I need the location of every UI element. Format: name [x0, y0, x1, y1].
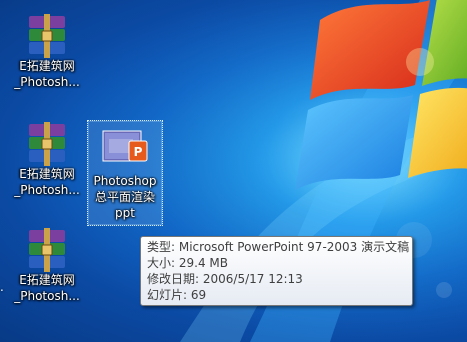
tooltip-type: 类型: Microsoft PowerPoint 97-2003 演示文稿 — [147, 240, 410, 254]
tooltip-slides: 幻灯片: 69 — [147, 288, 207, 302]
icon-label-line2: 总平面渲染 — [94, 190, 155, 204]
winrar-archive-icon — [29, 14, 65, 58]
icon-label-line1: E拓建筑网 — [19, 59, 75, 73]
icon-label-line2: _Photosh... — [14, 289, 80, 303]
desktop-icon-rar-2[interactable]: E拓建筑网 _Photosh... — [10, 122, 84, 208]
desktop-icon-rar-1[interactable]: E拓建筑网 _Photosh... — [10, 14, 84, 100]
desktop-icon-rar-3[interactable]: E拓建筑网 _Photosh... — [10, 228, 84, 314]
icon-label-line1: Photoshop — [93, 174, 157, 188]
tooltip-size: 大小: 29.4 MB — [147, 256, 228, 270]
icon-label-line1: E拓建筑网 — [19, 167, 75, 181]
powerpoint-file-icon: P — [102, 130, 148, 162]
icon-label-line2: _Photosh... — [14, 183, 80, 197]
icon-label-line3: ppt — [115, 206, 135, 220]
icon-label-line1: E拓建筑网 — [19, 273, 75, 287]
winrar-archive-icon — [29, 122, 65, 166]
svg-text:P: P — [134, 145, 143, 159]
icon-label-line2: _Photosh... — [14, 75, 80, 89]
edge-fragment-text: . — [0, 280, 4, 294]
file-info-tooltip: 类型: Microsoft PowerPoint 97-2003 演示文稿 大小… — [140, 236, 413, 306]
winrar-archive-icon — [29, 228, 65, 272]
desktop-icon-ppt[interactable]: P Photoshop 总平面渲染 ppt — [87, 120, 163, 226]
tooltip-modified: 修改日期: 2006/5/17 12:13 — [147, 272, 303, 286]
